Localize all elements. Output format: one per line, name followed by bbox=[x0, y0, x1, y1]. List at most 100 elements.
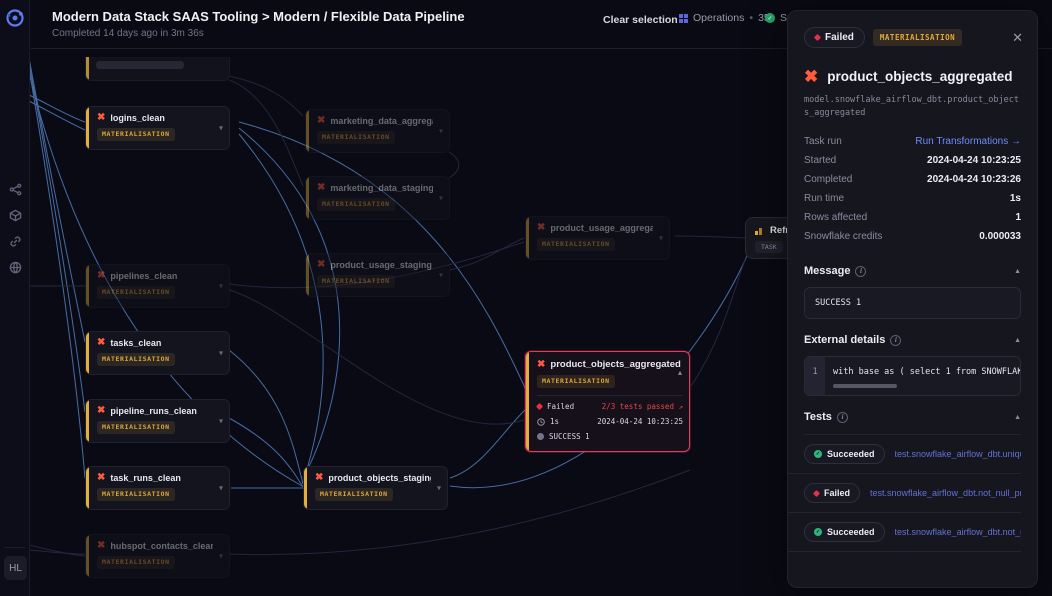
chevron-up-icon[interactable]: ▴ bbox=[678, 368, 682, 377]
model-path: model.snowflake_airflow_dbt.product_obje… bbox=[788, 85, 1037, 120]
chevron-down-icon[interactable]: ▾ bbox=[219, 484, 223, 493]
status-badge: Failed bbox=[804, 27, 865, 48]
chevron-down-icon[interactable]: ▾ bbox=[219, 349, 223, 358]
clock-icon bbox=[537, 418, 545, 426]
node-status: Failed bbox=[547, 402, 574, 411]
materialisation-badge: MATERIALISATION bbox=[537, 375, 615, 388]
materialisation-badge: MATERIALISATION bbox=[317, 275, 395, 288]
success-dot-icon: ✓ bbox=[814, 450, 822, 458]
test-link[interactable]: test.snowflake_airflow_dbt.unique_pro bbox=[895, 449, 1021, 459]
horizontal-scrollbar[interactable] bbox=[833, 384, 897, 388]
connections-link-icon[interactable] bbox=[9, 235, 22, 248]
pipeline-graph-icon[interactable] bbox=[9, 183, 22, 196]
info-icon: i bbox=[837, 412, 848, 423]
dbt-icon: ✖ bbox=[317, 260, 325, 270]
materialisation-badge: MATERIALISATION bbox=[97, 353, 175, 366]
graph-node-pipeline-runs-clean[interactable]: ✖pipeline_runs_clean MATERIALISATION ▾ bbox=[85, 399, 230, 443]
detail-row-run-time: Run time 1s bbox=[804, 193, 1021, 204]
user-avatar[interactable]: HL bbox=[4, 556, 27, 580]
integrations-cube-icon[interactable] bbox=[9, 209, 22, 222]
dot-separator: • bbox=[749, 12, 753, 24]
operations-label: Operations bbox=[693, 12, 744, 24]
test-link[interactable]: test.snowflake_airflow_dbt.not_null_pr bbox=[895, 527, 1021, 537]
chevron-down-icon[interactable]: ▾ bbox=[219, 124, 223, 133]
graph-node-product-objects-staging[interactable]: ✖product_objects_staging MATERIALISATION… bbox=[303, 466, 448, 510]
success-dot-icon: ✓ bbox=[814, 528, 822, 536]
materialisation-badge: MATERIALISATION bbox=[315, 488, 393, 501]
test-link[interactable]: test.snowflake_airflow_dbt.not_null_pr bbox=[870, 488, 1021, 498]
run-details: Task run Run Transformations → Started 2… bbox=[788, 120, 1037, 242]
dbt-icon: ✖ bbox=[804, 68, 818, 85]
dbt-icon: ✖ bbox=[315, 473, 323, 483]
collapse-icon[interactable]: ▲ bbox=[1014, 268, 1021, 275]
dbt-icon: ✖ bbox=[97, 473, 105, 483]
sidebar-divider bbox=[4, 547, 25, 548]
collapse-icon[interactable]: ▲ bbox=[1014, 337, 1021, 344]
chevron-down-icon[interactable]: ▾ bbox=[439, 194, 443, 203]
materialisation-badge: MATERIALISATION bbox=[97, 128, 175, 141]
graph-node-product-usage-staging[interactable]: ✖product_usage_staging MATERIALISATION ▾ bbox=[305, 253, 450, 297]
info-icon: i bbox=[855, 266, 866, 277]
tests-summary-link[interactable]: 2/3 tests passed ↗ bbox=[602, 402, 683, 411]
graph-node-hubspot-contacts-clean[interactable]: ✖hubspot_contacts_clean MATERIALISATION … bbox=[85, 534, 230, 578]
message-section-heading: Message i ▲ bbox=[788, 250, 1037, 277]
detail-row-task-run: Task run Run Transformations → bbox=[804, 136, 1021, 147]
chevron-down-icon[interactable]: ▾ bbox=[439, 127, 443, 136]
test-status-badge: ✓ Succeeded bbox=[804, 522, 885, 542]
test-row[interactable]: ✓ Succeeded test.snowflake_airflow_dbt.u… bbox=[788, 435, 1021, 474]
run-transformations-link[interactable]: Run Transformations → bbox=[915, 136, 1021, 147]
dbt-icon: ✖ bbox=[317, 116, 325, 126]
operations-filter-chip[interactable]: Operations • 35 bbox=[679, 12, 770, 24]
graph-node-logins-clean[interactable]: ✖logins_clean MATERIALISATION ▾ bbox=[85, 106, 230, 150]
materialisation-badge: MATERIALISATION bbox=[873, 29, 962, 46]
materialisation-badge: MATERIALISATION bbox=[537, 238, 615, 251]
clear-selection-button[interactable]: Clear selection bbox=[603, 14, 678, 26]
test-status-badge: Failed bbox=[804, 483, 860, 503]
detail-row-snowflake-credits: Snowflake credits 0.000033 bbox=[804, 231, 1021, 242]
app-root: Modern Data Stack SAAS Tooling > Modern … bbox=[0, 0, 1052, 596]
chevron-down-icon[interactable]: ▾ bbox=[219, 417, 223, 426]
materialisation-badge: MATERIALISATION bbox=[97, 488, 175, 501]
node-message: SUCCESS 1 bbox=[549, 432, 590, 441]
chevron-down-icon[interactable]: ▾ bbox=[439, 271, 443, 280]
graph-node-pipelines-clean[interactable]: ✖pipelines_clean MATERIALISATION ▾ bbox=[85, 264, 230, 308]
graph-node-product-objects-aggregated-selected[interactable]: ✖ product_objects_aggregated MATERIALISA… bbox=[525, 351, 690, 452]
dbt-icon: ✖ bbox=[97, 271, 105, 281]
detail-row-started: Started 2024-04-24 10:23:25 bbox=[804, 155, 1021, 166]
sql-code: with base as ( select 1 from SNOWFLAKE bbox=[825, 357, 1020, 379]
web-globe-icon[interactable] bbox=[9, 261, 22, 274]
tests-section-heading: Tests i ▲ bbox=[788, 396, 1037, 423]
page-subtitle: Completed 14 days ago in 3m 36s bbox=[52, 28, 204, 39]
graph-node-marketing-data-staging[interactable]: ✖marketing_data_staging MATERIALISATION … bbox=[305, 176, 450, 220]
collapse-icon[interactable]: ▲ bbox=[1014, 414, 1021, 421]
node-stripe bbox=[86, 57, 89, 80]
chevron-down-icon[interactable]: ▾ bbox=[659, 234, 663, 243]
info-icon: i bbox=[890, 335, 901, 346]
app-logo-icon[interactable] bbox=[5, 8, 25, 28]
node-timestamp: 2024-04-24 10:23:25 bbox=[597, 417, 683, 426]
materialisation-badge: MATERIALISATION bbox=[97, 556, 175, 569]
task-badge: TASK bbox=[755, 241, 783, 253]
chevron-down-icon[interactable]: ▾ bbox=[437, 484, 441, 493]
graph-node-marketing-data-aggregated[interactable]: ✖marketing_data_aggregated MATERIALISATI… bbox=[305, 109, 450, 153]
grid-icon bbox=[679, 14, 688, 23]
page-title: Modern Data Stack SAAS Tooling > Modern … bbox=[52, 9, 465, 24]
graph-node-tasks-clean[interactable]: ✖tasks_clean MATERIALISATION ▾ bbox=[85, 331, 230, 375]
dbt-icon: ✖ bbox=[317, 183, 325, 193]
close-icon[interactable]: ✕ bbox=[1012, 30, 1023, 46]
chevron-down-icon[interactable]: ▾ bbox=[219, 282, 223, 291]
dbt-icon: ✖ bbox=[97, 338, 105, 348]
detail-row-completed: Completed 2024-04-24 10:23:26 bbox=[804, 174, 1021, 185]
graph-node-product-usage-aggregated[interactable]: ✖product_usage_aggregated MATERIALISATIO… bbox=[525, 216, 670, 260]
graph-node-partial[interactable] bbox=[85, 57, 230, 81]
failed-diamond-icon bbox=[814, 34, 821, 41]
test-row[interactable]: Failed test.snowflake_airflow_dbt.not_nu… bbox=[788, 474, 1021, 513]
test-row[interactable]: ✓ Succeeded test.snowflake_airflow_dbt.n… bbox=[788, 513, 1021, 552]
external-details-code: 1 with base as ( select 1 from SNOWFLAKE bbox=[804, 356, 1021, 396]
chevron-down-icon[interactable]: ▾ bbox=[219, 552, 223, 561]
dbt-icon: ✖ bbox=[537, 360, 545, 370]
check-circle-icon: ✓ bbox=[765, 13, 775, 23]
detail-row-rows-affected: Rows affected 1 bbox=[804, 212, 1021, 223]
status-dot-icon bbox=[537, 433, 544, 440]
graph-node-task-runs-clean[interactable]: ✖task_runs_clean MATERIALISATION ▾ bbox=[85, 466, 230, 510]
